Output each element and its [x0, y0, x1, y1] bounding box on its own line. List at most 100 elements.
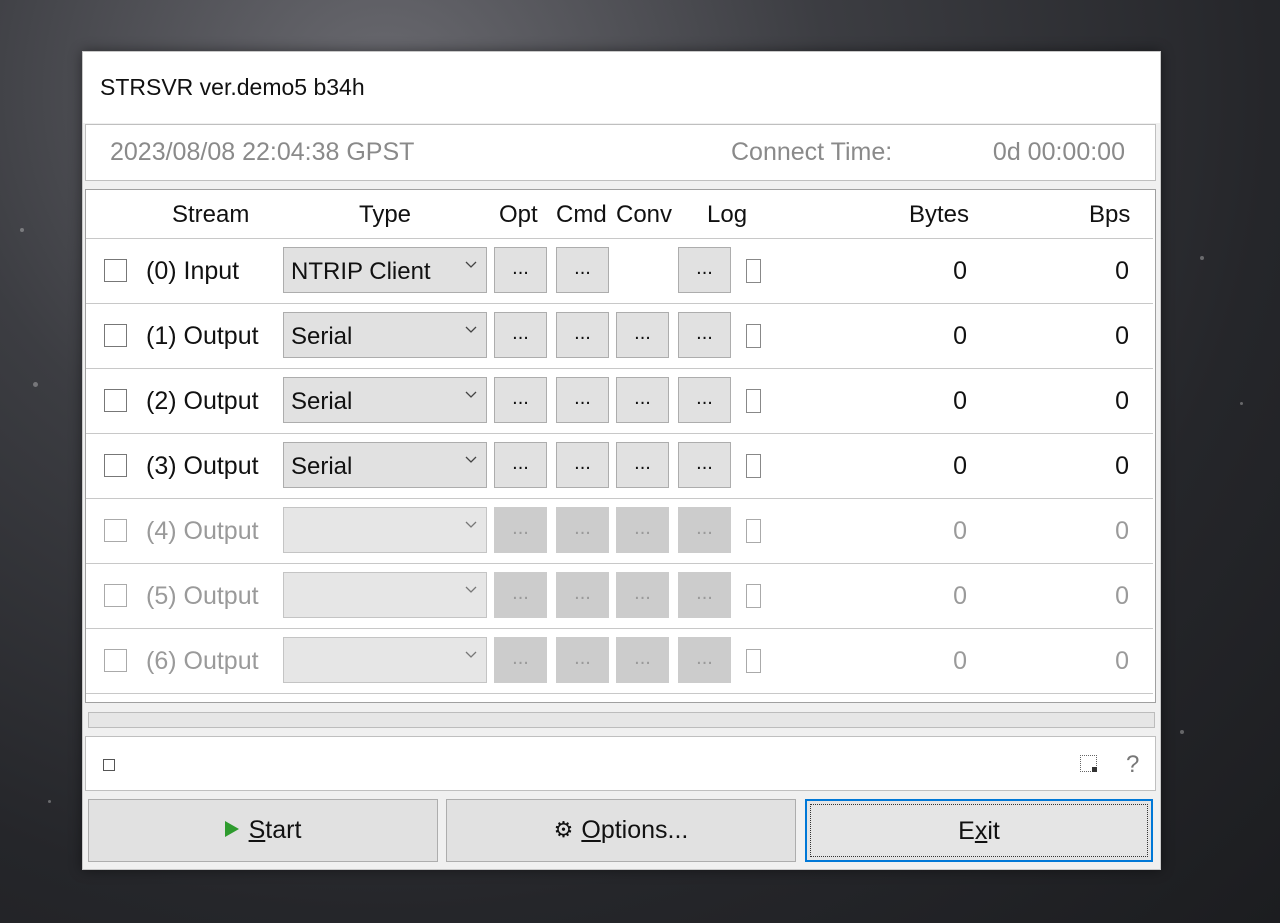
opt-button[interactable]: ... — [494, 377, 547, 423]
stream-type-value: NTRIP Client — [291, 258, 431, 285]
stream-label: (4) Output — [146, 517, 259, 545]
stream-checkbox[interactable] — [104, 259, 127, 282]
exit-button[interactable]: Exit — [805, 799, 1153, 862]
cmd-button[interactable]: ... — [556, 442, 609, 488]
stream-checkbox[interactable] — [104, 519, 127, 542]
cmd-button[interactable]: ... — [556, 312, 609, 358]
cmd-button[interactable]: ... — [556, 507, 609, 553]
opt-button[interactable]: ... — [494, 247, 547, 293]
strsvr-window: STRSVR ver.demo5 b34h 2023/08/08 22:04:3… — [82, 51, 1161, 870]
stream-type-select[interactable]: NTRIP Client — [283, 247, 487, 293]
start-button[interactable]: Start — [88, 799, 438, 862]
bps-value: 0 — [1115, 387, 1129, 415]
activity-indicator — [746, 259, 761, 283]
stream-type-select[interactable]: Serial — [283, 442, 487, 488]
log-button[interactable]: ... — [678, 312, 731, 358]
table-row: (3) Output Serial............ 0 0 — [86, 434, 1153, 499]
log-button[interactable]: ... — [678, 637, 731, 683]
chevron-down-icon — [465, 456, 477, 463]
message-indicator — [103, 759, 115, 771]
bytes-value: 0 — [953, 387, 967, 415]
bg-speck — [1240, 402, 1243, 405]
stream-table: Stream Type Opt Cmd Conv Log Bytes Bps (… — [85, 189, 1156, 703]
exit-accel: x — [974, 817, 988, 845]
bps-value: 0 — [1115, 647, 1129, 675]
log-button[interactable]: ... — [678, 442, 731, 488]
activity-indicator — [746, 519, 761, 543]
stream-checkbox[interactable] — [104, 389, 127, 412]
stream-checkbox[interactable] — [104, 454, 127, 477]
cmd-button[interactable]: ... — [556, 637, 609, 683]
stream-type-value: Serial — [291, 323, 353, 350]
exit-label-pre: E — [958, 817, 975, 845]
activity-indicator — [746, 649, 761, 673]
bytes-value: 0 — [953, 647, 967, 675]
connect-time-label: Connect Time: — [731, 138, 893, 166]
activity-indicator — [746, 454, 761, 478]
log-button[interactable]: ... — [678, 377, 731, 423]
stream-checkbox[interactable] — [104, 324, 127, 347]
stream-type-select[interactable] — [283, 507, 487, 553]
activity-indicator — [746, 324, 761, 348]
bps-value: 0 — [1115, 322, 1129, 350]
opt-button[interactable]: ... — [494, 572, 547, 618]
cmd-button[interactable]: ... — [556, 572, 609, 618]
bps-value: 0 — [1115, 257, 1129, 285]
stream-label: (6) Output — [146, 647, 259, 675]
bg-speck — [48, 800, 51, 803]
cmd-button[interactable]: ... — [556, 377, 609, 423]
title-bar[interactable]: STRSVR ver.demo5 b34h — [83, 52, 1160, 123]
chevron-down-icon — [465, 651, 477, 658]
bg-speck — [20, 228, 24, 232]
cmd-button[interactable]: ... — [556, 247, 609, 293]
log-button[interactable]: ... — [678, 247, 731, 293]
stream-label: (2) Output — [146, 387, 259, 415]
bytes-value: 0 — [953, 517, 967, 545]
conv-button[interactable]: ... — [616, 507, 669, 553]
stream-label: (3) Output — [146, 452, 259, 480]
activity-indicator — [746, 584, 761, 608]
progress-bar — [88, 712, 1155, 728]
help-icon[interactable]: ? — [1126, 751, 1139, 779]
stream-type-select[interactable] — [283, 637, 487, 683]
exit-label: it — [987, 817, 1000, 845]
header-cmd: Cmd — [556, 201, 607, 228]
bg-speck — [1180, 730, 1184, 734]
conv-button[interactable]: ... — [616, 377, 669, 423]
chevron-down-icon — [465, 586, 477, 593]
opt-button[interactable]: ... — [494, 637, 547, 683]
conv-button[interactable]: ... — [616, 442, 669, 488]
stream-type-select[interactable] — [283, 572, 487, 618]
stream-label: (0) Input — [146, 257, 240, 285]
stream-type-value: Serial — [291, 453, 353, 480]
opt-button[interactable]: ... — [494, 312, 547, 358]
opt-button[interactable]: ... — [494, 507, 547, 553]
status-bar: 2023/08/08 22:04:38 GPST Connect Time: 0… — [85, 124, 1156, 181]
bps-value: 0 — [1115, 452, 1129, 480]
stream-type-value: Serial — [291, 388, 353, 415]
bytes-value: 0 — [953, 257, 967, 285]
conv-button[interactable]: ... — [616, 312, 669, 358]
opt-button[interactable]: ... — [494, 442, 547, 488]
panel-toggle-icon[interactable] — [1080, 755, 1097, 772]
table-row: (5) Output............ 0 0 — [86, 564, 1153, 629]
gear-icon: ⚙ — [553, 817, 574, 842]
stream-type-select[interactable]: Serial — [283, 377, 487, 423]
log-button[interactable]: ... — [678, 507, 731, 553]
table-header: Stream Type Opt Cmd Conv Log Bytes Bps — [86, 190, 1153, 239]
header-stream: Stream — [172, 201, 250, 228]
play-icon — [224, 821, 239, 837]
log-button[interactable]: ... — [678, 572, 731, 618]
bytes-value: 0 — [953, 322, 967, 350]
bg-speck — [33, 382, 38, 387]
options-button[interactable]: ⚙ Options... — [446, 799, 796, 862]
stream-checkbox[interactable] — [104, 584, 127, 607]
bps-value: 0 — [1115, 582, 1129, 610]
table-row: (1) Output Serial............ 0 0 — [86, 304, 1153, 369]
bg-speck — [1200, 256, 1204, 260]
conv-button[interactable]: ... — [616, 637, 669, 683]
stream-checkbox[interactable] — [104, 649, 127, 672]
conv-button[interactable]: ... — [616, 572, 669, 618]
stream-type-select[interactable]: Serial — [283, 312, 487, 358]
table-row: (0) Input NTRIP Client......... 0 0 — [86, 239, 1153, 304]
